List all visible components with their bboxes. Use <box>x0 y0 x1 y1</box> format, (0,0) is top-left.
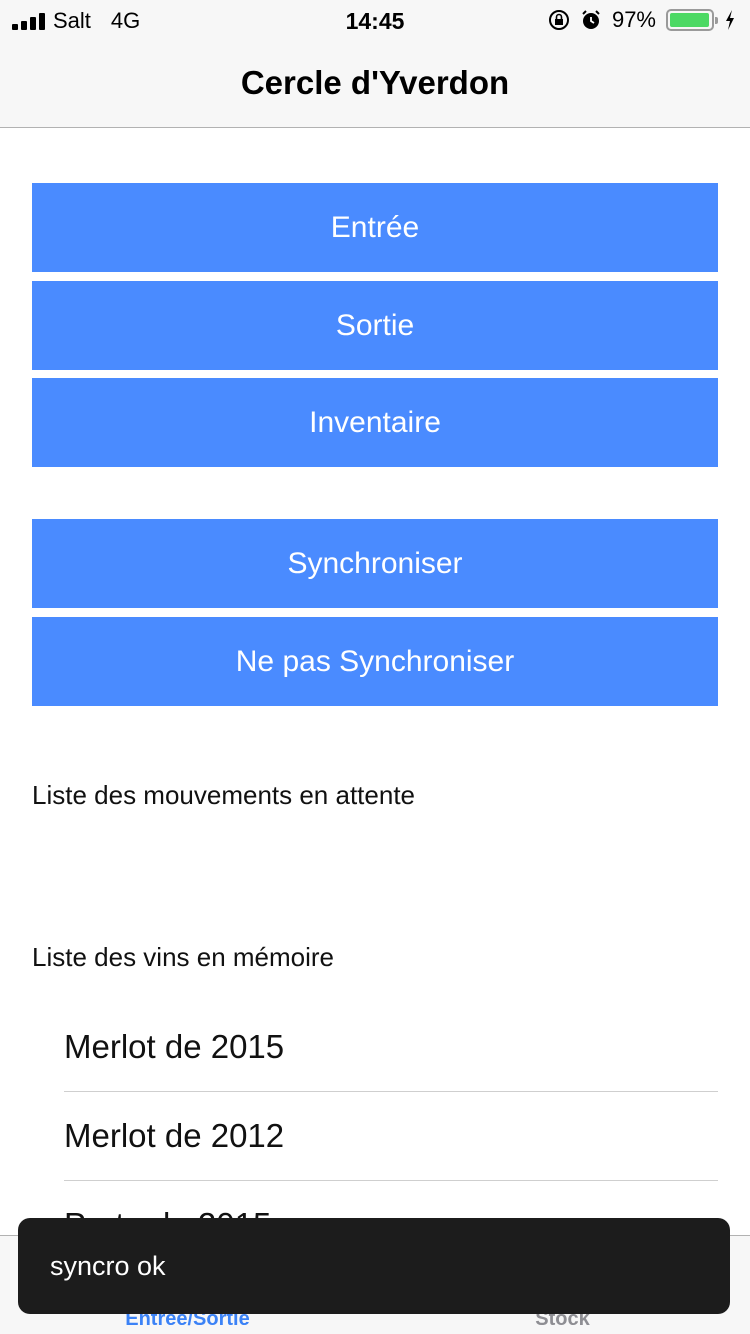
battery-fill <box>670 13 709 27</box>
ne-pas-synchroniser-button[interactable]: Ne pas Synchroniser <box>32 617 718 706</box>
synchroniser-button[interactable]: Synchroniser <box>32 519 718 608</box>
status-bar: Salt 4G 14:45 97% <box>0 0 750 40</box>
inventaire-button[interactable]: Inventaire <box>32 378 718 467</box>
navigation-bar: Cercle d'Yverdon <box>0 40 750 128</box>
wines-in-memory-heading: Liste des vins en mémoire <box>32 942 335 972</box>
alarm-icon <box>582 10 600 29</box>
pending-movements-heading: Liste des mouvements en attente <box>32 780 416 810</box>
status-right: 97% <box>548 7 736 33</box>
charging-bolt-icon <box>726 10 734 30</box>
toast-notification: syncro ok <box>18 1218 730 1314</box>
app-screen: Salt 4G 14:45 97% Cercle d'Yverdon Entré… <box>0 0 750 1334</box>
page-title: Cercle d'Yverdon <box>240 64 510 101</box>
list-item[interactable]: Merlot de 2015 <box>64 1003 718 1092</box>
sortie-button[interactable]: Sortie <box>32 281 718 370</box>
battery-percent: 97% <box>611 7 656 32</box>
entree-button[interactable]: Entrée <box>32 183 718 272</box>
battery-icon <box>666 9 718 31</box>
rotation-lock-icon <box>548 10 569 30</box>
toast-message: syncro ok <box>50 1250 166 1281</box>
list-item[interactable]: Merlot de 2012 <box>64 1092 718 1181</box>
